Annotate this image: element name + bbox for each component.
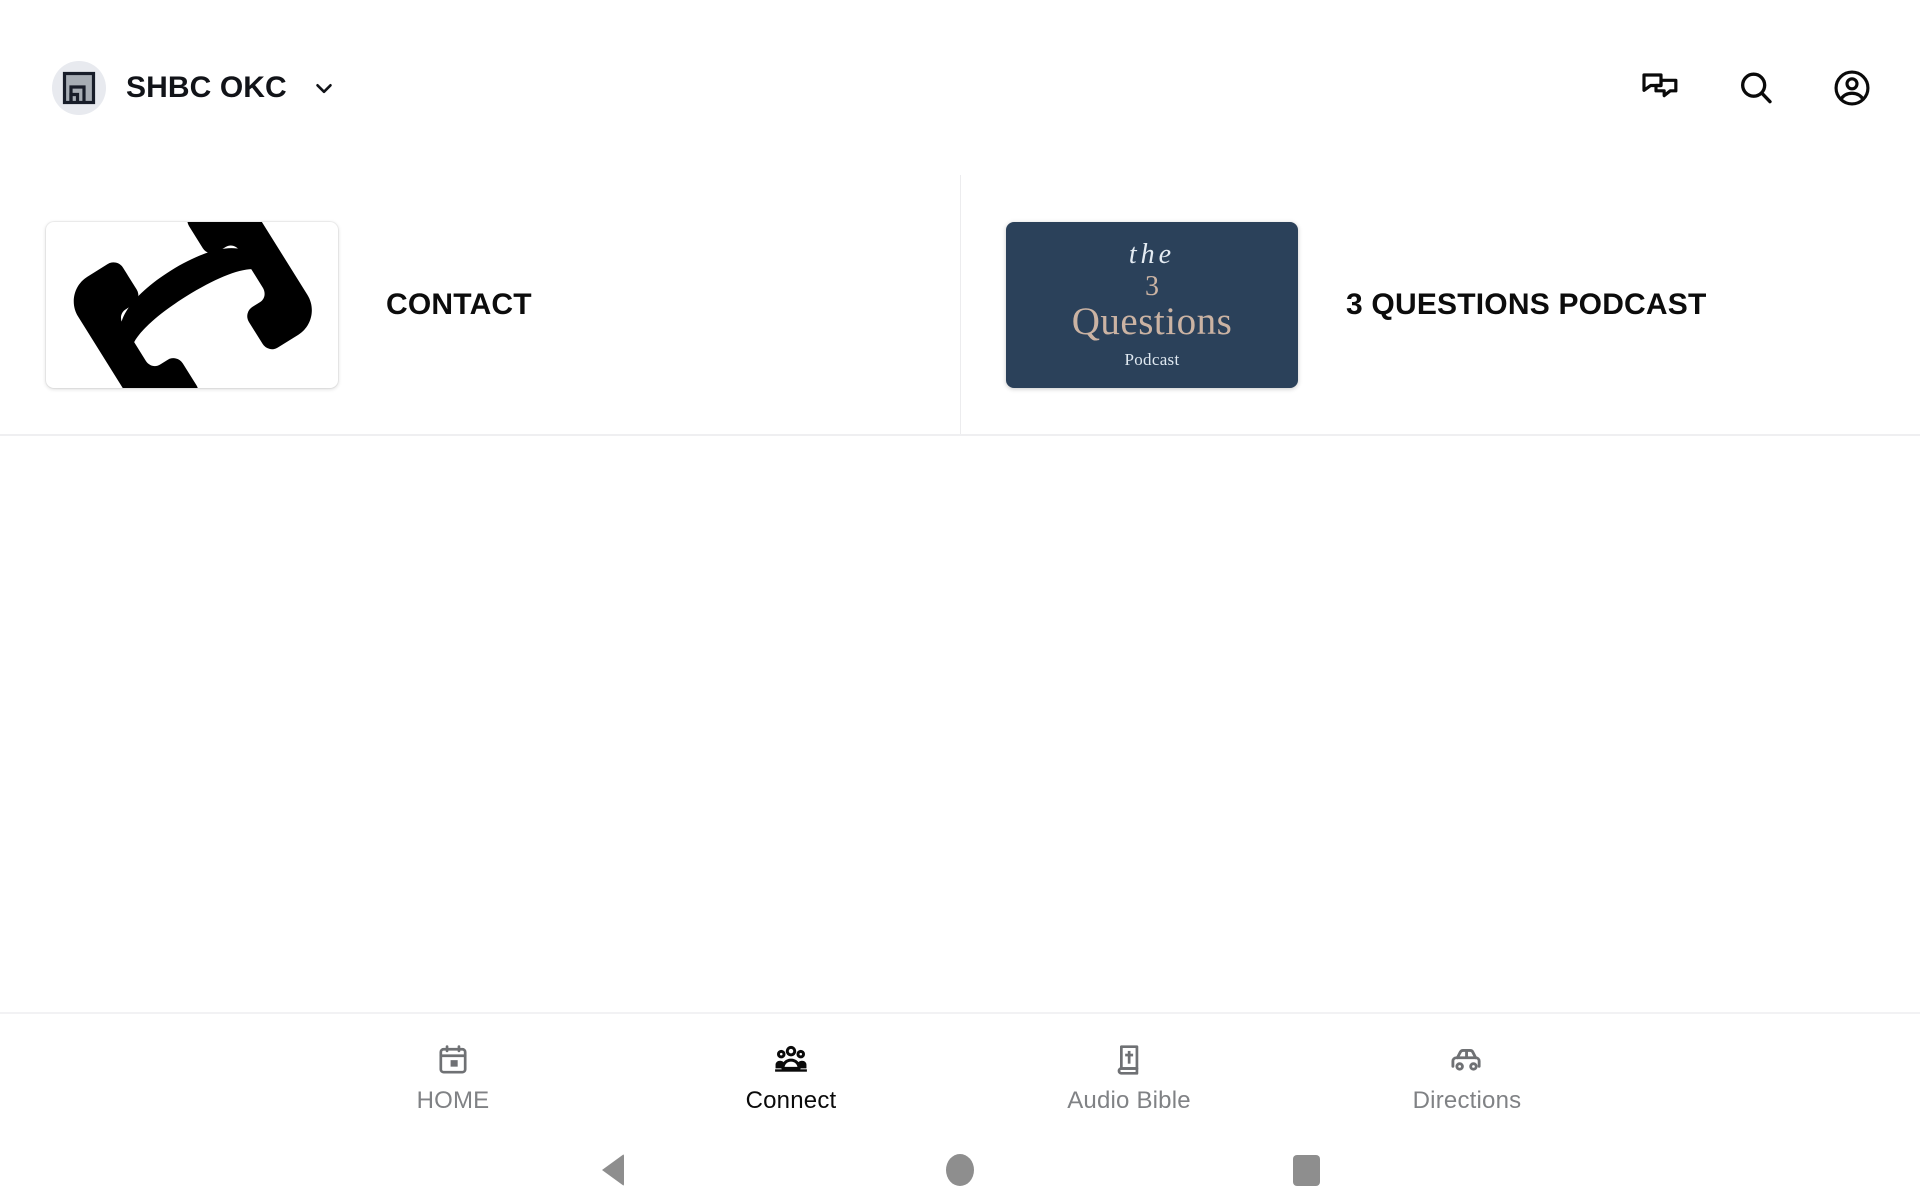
tile-grid: CONTACT the 3 Questions Podcast 3 QUESTI… bbox=[0, 175, 1920, 436]
top-app-bar: SHBC OKC bbox=[0, 0, 1920, 175]
people-group-icon bbox=[771, 1040, 811, 1080]
app-root: SHBC OKC CONTACT the 3 Questions Podcast… bbox=[0, 0, 1920, 1200]
org-switcher[interactable]: SHBC OKC bbox=[52, 60, 339, 115]
search-icon[interactable] bbox=[1734, 66, 1778, 110]
home-circle-icon bbox=[945, 1154, 974, 1186]
app-bar-actions bbox=[1638, 66, 1874, 110]
android-back-button[interactable] bbox=[583, 1140, 643, 1200]
account-icon[interactable] bbox=[1830, 66, 1874, 110]
tile-podcast-label: 3 QUESTIONS PODCAST bbox=[1346, 287, 1707, 321]
tile-row-divider bbox=[0, 434, 1920, 436]
recents-square-icon bbox=[1293, 1154, 1321, 1186]
podcast-artwork-thumbnail: the 3 Questions Podcast bbox=[1006, 221, 1298, 388]
tab-home-label: HOME bbox=[416, 1086, 490, 1114]
tab-directions-label: Directions bbox=[1412, 1086, 1522, 1114]
tab-audio-bible[interactable]: Audio Bible bbox=[960, 1013, 1298, 1141]
org-logo-avatar bbox=[52, 60, 106, 115]
android-home-button[interactable] bbox=[930, 1140, 990, 1200]
tab-directions[interactable]: Directions bbox=[1298, 1013, 1636, 1141]
tile-contact[interactable]: CONTACT bbox=[0, 175, 960, 434]
telephone-handset-icon bbox=[73, 221, 312, 388]
calendar-today-icon bbox=[433, 1040, 473, 1080]
church-app-logo-icon bbox=[62, 71, 96, 104]
podcast-artwork-line2: 3 bbox=[1145, 270, 1159, 302]
tab-home[interactable]: HOME bbox=[284, 1013, 622, 1141]
contact-thumbnail bbox=[46, 221, 338, 388]
podcast-artwork-line4: Podcast bbox=[1124, 350, 1180, 370]
tile-contact-label: CONTACT bbox=[386, 287, 532, 321]
android-recents-button[interactable] bbox=[1277, 1140, 1337, 1200]
podcast-artwork-line3: Questions bbox=[1071, 299, 1233, 343]
podcast-artwork-line1: the bbox=[1128, 238, 1176, 270]
tile-3-questions-podcast[interactable]: the 3 Questions Podcast 3 QUESTIONS PODC… bbox=[960, 175, 1920, 434]
org-name-label: SHBC OKC bbox=[126, 70, 287, 104]
bible-book-icon bbox=[1109, 1040, 1149, 1080]
bottom-tab-bar: HOME Connect Audio Bible Directions bbox=[0, 1012, 1920, 1140]
tab-connect-label: Connect bbox=[745, 1086, 837, 1114]
android-system-nav-bar bbox=[0, 1140, 1920, 1200]
chevron-down-icon[interactable] bbox=[309, 73, 339, 103]
messages-icon[interactable] bbox=[1638, 66, 1682, 110]
car-icon bbox=[1447, 1040, 1487, 1080]
tab-connect[interactable]: Connect bbox=[622, 1013, 960, 1141]
back-triangle-icon bbox=[602, 1154, 625, 1186]
tab-audio-bible-label: Audio Bible bbox=[1067, 1086, 1191, 1114]
